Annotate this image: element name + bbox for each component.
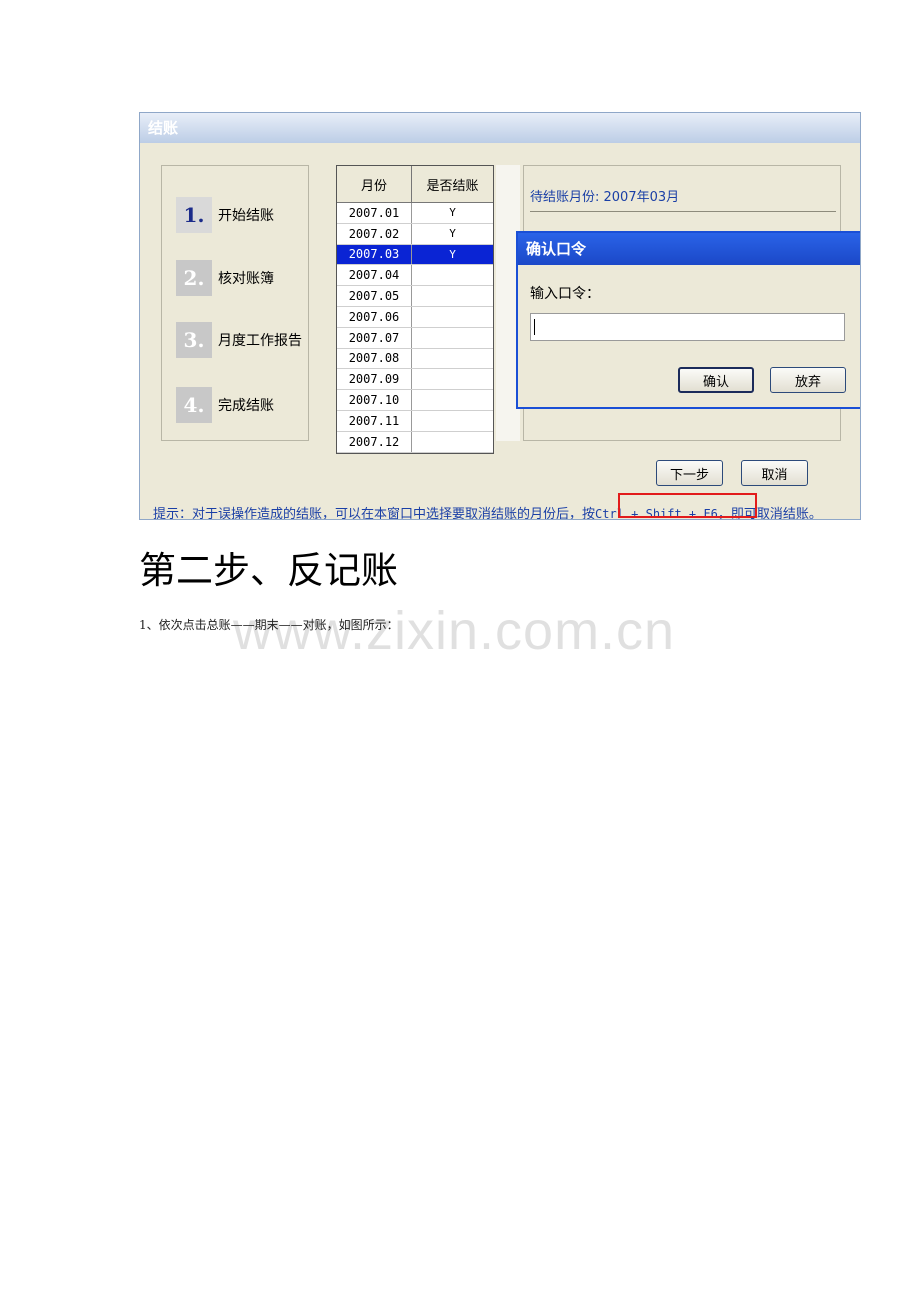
closed-cell: [412, 265, 493, 285]
password-input[interactable]: [530, 313, 845, 341]
closed-cell: [412, 349, 493, 369]
table-row[interactable]: 2007.08: [337, 348, 493, 370]
dialog-title: 确认口令: [518, 233, 860, 265]
table-row[interactable]: 2007.02 Y: [337, 223, 493, 245]
table-row[interactable]: 2007.10: [337, 390, 493, 411]
closed-cell: [412, 411, 493, 431]
month-cell: 2007.08: [337, 348, 412, 369]
table-row[interactable]: 2007.06: [337, 306, 493, 328]
closed-cell: [412, 369, 493, 389]
closed-cell: Y: [449, 227, 456, 241]
table-header: 月份 是否结账: [337, 166, 493, 203]
month-cell: 2007.01: [337, 203, 412, 223]
month-table: 月份 是否结账 2007.01 Y 2007.02 Y 2007.03 Y 2007.04 2…: [336, 165, 494, 454]
text-caret: [534, 319, 535, 335]
table-body: 2007.01 Y 2007.02 Y 2007.03 Y 2007.04 2007.05 20…: [337, 203, 493, 453]
table-row[interactable]: 2007.01 Y: [337, 203, 493, 224]
close-accounts-window: 结账 1. 开始结账 2. 核对账簿 3. 月度工作报告 4. 完成结账 月份: [139, 112, 861, 520]
step-panel: 1. 开始结账 2. 核对账簿 3. 月度工作报告 4. 完成结账: [161, 165, 309, 441]
month-cell: 2007.05: [337, 286, 412, 306]
step-4: 4. 完成结账: [176, 386, 274, 424]
step-4-icon: 4.: [176, 387, 212, 423]
table-row[interactable]: 2007.07: [337, 327, 493, 349]
step-3: 3. 月度工作报告: [176, 321, 302, 359]
month-cell: 2007.12: [337, 431, 412, 452]
pending-month-text: 待结账月份: 2007年03月: [530, 190, 680, 205]
closed-cell: [412, 390, 493, 410]
closed-cell: Y: [449, 206, 456, 220]
step-3-label: 月度工作报告: [218, 333, 302, 349]
column-header-month[interactable]: 月份: [337, 166, 412, 202]
instruction-paragraph: 1、依次点击总账——期末——对账，如图所示：: [139, 618, 399, 632]
month-cell: 2007.03: [337, 244, 412, 265]
closed-cell: [412, 307, 493, 327]
table-row[interactable]: 2007.11: [337, 410, 493, 432]
month-cell: 2007.10: [337, 390, 412, 410]
column-header-closed[interactable]: 是否结账: [412, 166, 493, 202]
confirm-button[interactable]: 确认: [678, 367, 754, 393]
month-cell: 2007.09: [337, 369, 412, 390]
step-2: 2. 核对账簿: [176, 259, 274, 297]
abandon-button[interactable]: 放弃: [770, 367, 846, 393]
table-row[interactable]: 2007.12: [337, 431, 493, 453]
table-row[interactable]: 2007.05: [337, 286, 493, 307]
step-1-icon: 1.: [176, 197, 212, 233]
month-cell: 2007.06: [337, 306, 412, 327]
step-2-label: 核对账簿: [218, 271, 274, 287]
cancel-button[interactable]: 取消: [741, 460, 808, 486]
table-row[interactable]: 2007.04: [337, 265, 493, 287]
password-dialog: 确认口令 输入口令： 确认 放弃: [516, 231, 860, 409]
step-1-label: 开始结账: [218, 208, 274, 224]
month-cell: 2007.11: [337, 410, 412, 431]
shortcut-highlight-box: [618, 493, 757, 518]
month-cell: 2007.04: [337, 265, 412, 286]
month-cell: 2007.02: [337, 223, 412, 244]
table-row[interactable]: 2007.03 Y: [337, 244, 493, 266]
table-row[interactable]: 2007.09: [337, 369, 493, 391]
month-cell: 2007.07: [337, 327, 412, 348]
closed-cell: Y: [449, 247, 456, 261]
closed-cell: [412, 432, 493, 452]
password-label: 输入口令：: [530, 286, 600, 302]
window-title: 结账: [140, 113, 860, 143]
step-4-label: 完成结账: [218, 398, 274, 414]
closed-cell: [412, 328, 493, 348]
hint-prefix: 提示：对于误操作造成的结账，可以在本窗口中选择要取消结账的月份后，按: [153, 507, 596, 520]
divider: [530, 211, 836, 212]
step-1: 1. 开始结账: [176, 196, 274, 234]
step-3-icon: 3.: [176, 322, 212, 358]
next-button[interactable]: 下一步: [656, 460, 723, 486]
closed-cell: [412, 286, 493, 306]
section-heading: 第二步、反记账: [139, 549, 398, 592]
step-2-icon: 2.: [176, 260, 212, 296]
